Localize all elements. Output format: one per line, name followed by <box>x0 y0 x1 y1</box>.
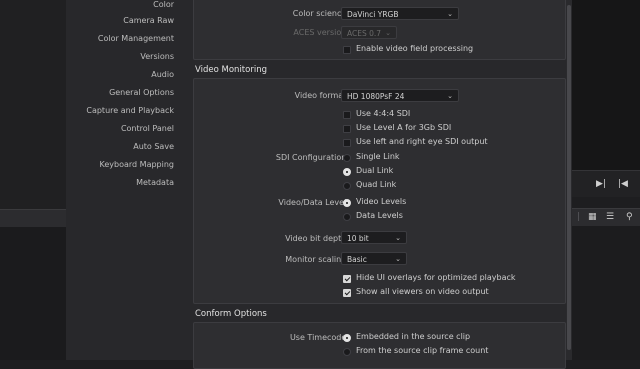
sidebar-item-color-management[interactable]: Color Management <box>98 34 174 43</box>
bit-depth-value: 10 bit <box>347 234 369 243</box>
embedded-timecode-label: Embedded in the source clip <box>356 332 471 341</box>
frame-count-timecode-radio[interactable] <box>343 348 351 356</box>
scrollbar-thumb[interactable] <box>567 5 571 350</box>
preferences-sidebar: Color Camera Raw Color Management Versio… <box>66 0 184 360</box>
quad-link-label: Quad Link <box>356 180 397 189</box>
grid-view-icon[interactable]: ▦ <box>588 212 597 222</box>
frame-count-timecode-label: From the source clip frame count <box>356 346 489 355</box>
sidebar-item-general-options[interactable]: General Options <box>109 88 174 97</box>
preferences-main-panel: Color science: DaVinci YRGB ⌄ ACES versi… <box>184 0 572 369</box>
video-monitoring-title: Video Monitoring <box>195 65 267 75</box>
use-444-sdi-label: Use 4:4:4 SDI <box>356 109 411 118</box>
video-format-value: HD 1080PsF 24 <box>347 92 405 101</box>
hide-overlays-label: Hide UI overlays for optimized playback <box>356 273 516 282</box>
color-science-value: DaVinci YRGB <box>347 10 399 19</box>
sidebar-item-color[interactable]: Color <box>153 0 174 9</box>
conform-options-title: Conform Options <box>195 309 267 319</box>
bit-depth-dropdown[interactable]: 10 bit ⌄ <box>341 231 407 244</box>
video-levels-radio[interactable] <box>343 199 351 207</box>
video-format-dropdown[interactable]: HD 1080PsF 24 ⌄ <box>341 89 459 102</box>
use-level-a-checkbox[interactable] <box>343 125 351 133</box>
next-frame-icon[interactable]: ▶| <box>596 179 606 189</box>
sidebar-item-versions[interactable]: Versions <box>140 52 174 61</box>
show-viewers-label: Show all viewers on video output <box>356 287 489 296</box>
chevron-down-icon: ⌄ <box>447 10 453 18</box>
chevron-down-icon: ⌄ <box>385 29 391 37</box>
list-view-icon[interactable]: ☰ <box>606 212 614 222</box>
hide-overlays-checkbox[interactable] <box>343 275 351 283</box>
data-level-label: Video/Data Level: <box>278 198 349 207</box>
data-levels-radio[interactable] <box>343 213 351 221</box>
color-science-dropdown[interactable]: DaVinci YRGB ⌄ <box>341 7 459 20</box>
data-levels-label: Data Levels <box>356 211 403 220</box>
aces-version-value: ACES 0.7 <box>347 29 382 38</box>
viewer-transport-bar: ▶| |◀ <box>572 170 640 197</box>
field-processing-label: Enable video field processing <box>356 44 474 53</box>
search-icon[interactable]: ⚲ <box>626 212 633 222</box>
single-link-radio[interactable] <box>343 154 351 162</box>
show-viewers-checkbox[interactable] <box>343 289 351 297</box>
video-levels-label: Video Levels <box>356 197 407 206</box>
use-timecode-label: Use Timecode: <box>289 333 349 342</box>
sidebar-item-camera-raw[interactable]: Camera Raw <box>123 16 174 25</box>
color-section: Color science: DaVinci YRGB ⌄ ACES versi… <box>193 0 566 60</box>
monitor-scaling-label: Monitor scaling: <box>285 255 349 264</box>
conform-options-section: Use Timecode: Embedded in the source cli… <box>193 322 566 369</box>
viewer-area <box>572 0 640 170</box>
left-right-eye-label: Use left and right eye SDI output <box>356 137 488 146</box>
monitor-scaling-dropdown[interactable]: Basic ⌄ <box>341 252 407 265</box>
sidebar-item-auto-save[interactable]: Auto Save <box>133 142 174 151</box>
bit-depth-label: Video bit depth: <box>285 234 349 243</box>
chevron-down-icon: ⌄ <box>447 92 453 100</box>
left-lower-panel <box>0 227 66 360</box>
left-right-eye-checkbox[interactable] <box>343 139 351 147</box>
use-level-a-label: Use Level A for 3Gb SDI <box>356 123 452 132</box>
sidebar-item-metadata[interactable]: Metadata <box>136 178 174 187</box>
sidebar-item-capture-playback[interactable]: Capture and Playback <box>86 106 174 115</box>
chevron-down-icon: ⌄ <box>395 255 401 263</box>
use-444-sdi-checkbox[interactable] <box>343 111 351 119</box>
sidebar-item-keyboard-mapping[interactable]: Keyboard Mapping <box>100 160 174 169</box>
monitor-scaling-value: Basic <box>347 255 367 264</box>
single-link-label: Single Link <box>356 152 400 161</box>
toolbar-divider: | <box>577 212 581 222</box>
previous-frame-icon[interactable]: |◀ <box>618 179 628 189</box>
video-monitoring-section: Video format: HD 1080PsF 24 ⌄ Use 4:4:4 … <box>193 78 566 304</box>
chevron-down-icon: ⌄ <box>395 234 401 242</box>
aces-version-dropdown[interactable]: ACES 0.7 ⌄ <box>341 26 397 39</box>
media-toolbar: | ▦ ☰ ⚲ <box>572 208 640 227</box>
dual-link-radio[interactable] <box>343 168 351 176</box>
left-toolbar-strip <box>0 209 66 228</box>
field-processing-checkbox[interactable] <box>343 46 351 54</box>
sidebar-item-audio[interactable]: Audio <box>151 70 174 79</box>
dual-link-label: Dual Link <box>356 166 394 175</box>
quad-link-radio[interactable] <box>343 182 351 190</box>
embedded-timecode-radio[interactable] <box>343 334 351 342</box>
sidebar-item-control-panel[interactable]: Control Panel <box>121 124 174 133</box>
sdi-config-label: SDI Configuration: <box>275 153 349 162</box>
media-pool-area <box>572 226 640 360</box>
